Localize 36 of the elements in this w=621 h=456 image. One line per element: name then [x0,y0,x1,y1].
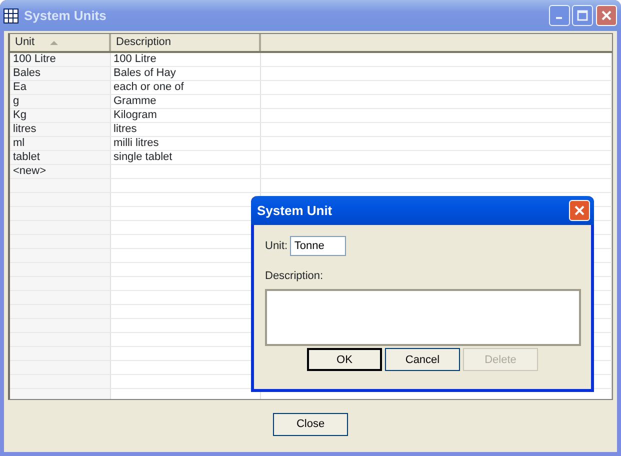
window-title: System Units [24,6,108,25]
close-icon [574,205,585,216]
field-label: Unit: [265,238,288,254]
table-cell: 100 Litre [114,52,156,64]
minimize-button[interactable] [548,5,570,26]
table-cell: ml [13,136,25,148]
table-cell: Gramme [114,94,156,106]
table-cell: Bales [13,66,41,78]
unit-field[interactable]: Tonne [290,236,346,256]
dialog-button[interactable]: OK [307,348,382,372]
table-cell: Kilogram [114,108,157,120]
description-field[interactable] [265,288,581,346]
table-cell: 100 Litre [13,52,56,64]
close-button[interactable]: Close [273,413,348,436]
table-cell: each or one of [114,80,184,92]
grid-icon [3,8,19,24]
table-cell: g [13,94,20,106]
dialog-title: System Unit [257,202,334,220]
field-label: Description: [265,269,324,284]
table-cell: Kg [13,108,26,120]
column-header[interactable]: Description [110,34,260,52]
table-cell: <new> [13,164,46,176]
close-button[interactable] [596,5,617,26]
maximize-button[interactable] [572,5,594,26]
table-cell: single tablet [114,150,172,162]
table-cell: milli litres [114,136,159,148]
close-button[interactable] [569,200,590,221]
table-cell: Ea [13,80,26,92]
table-cell: litres [13,122,36,134]
column-header[interactable]: Unit [10,34,110,52]
dialog-button[interactable]: Cancel [385,348,460,372]
close-icon [601,10,612,21]
maximize-icon [577,10,588,21]
table-cell: Bales of Hay [114,66,176,78]
table-cell: litres [114,122,137,134]
table-cell: tablet [13,150,40,162]
